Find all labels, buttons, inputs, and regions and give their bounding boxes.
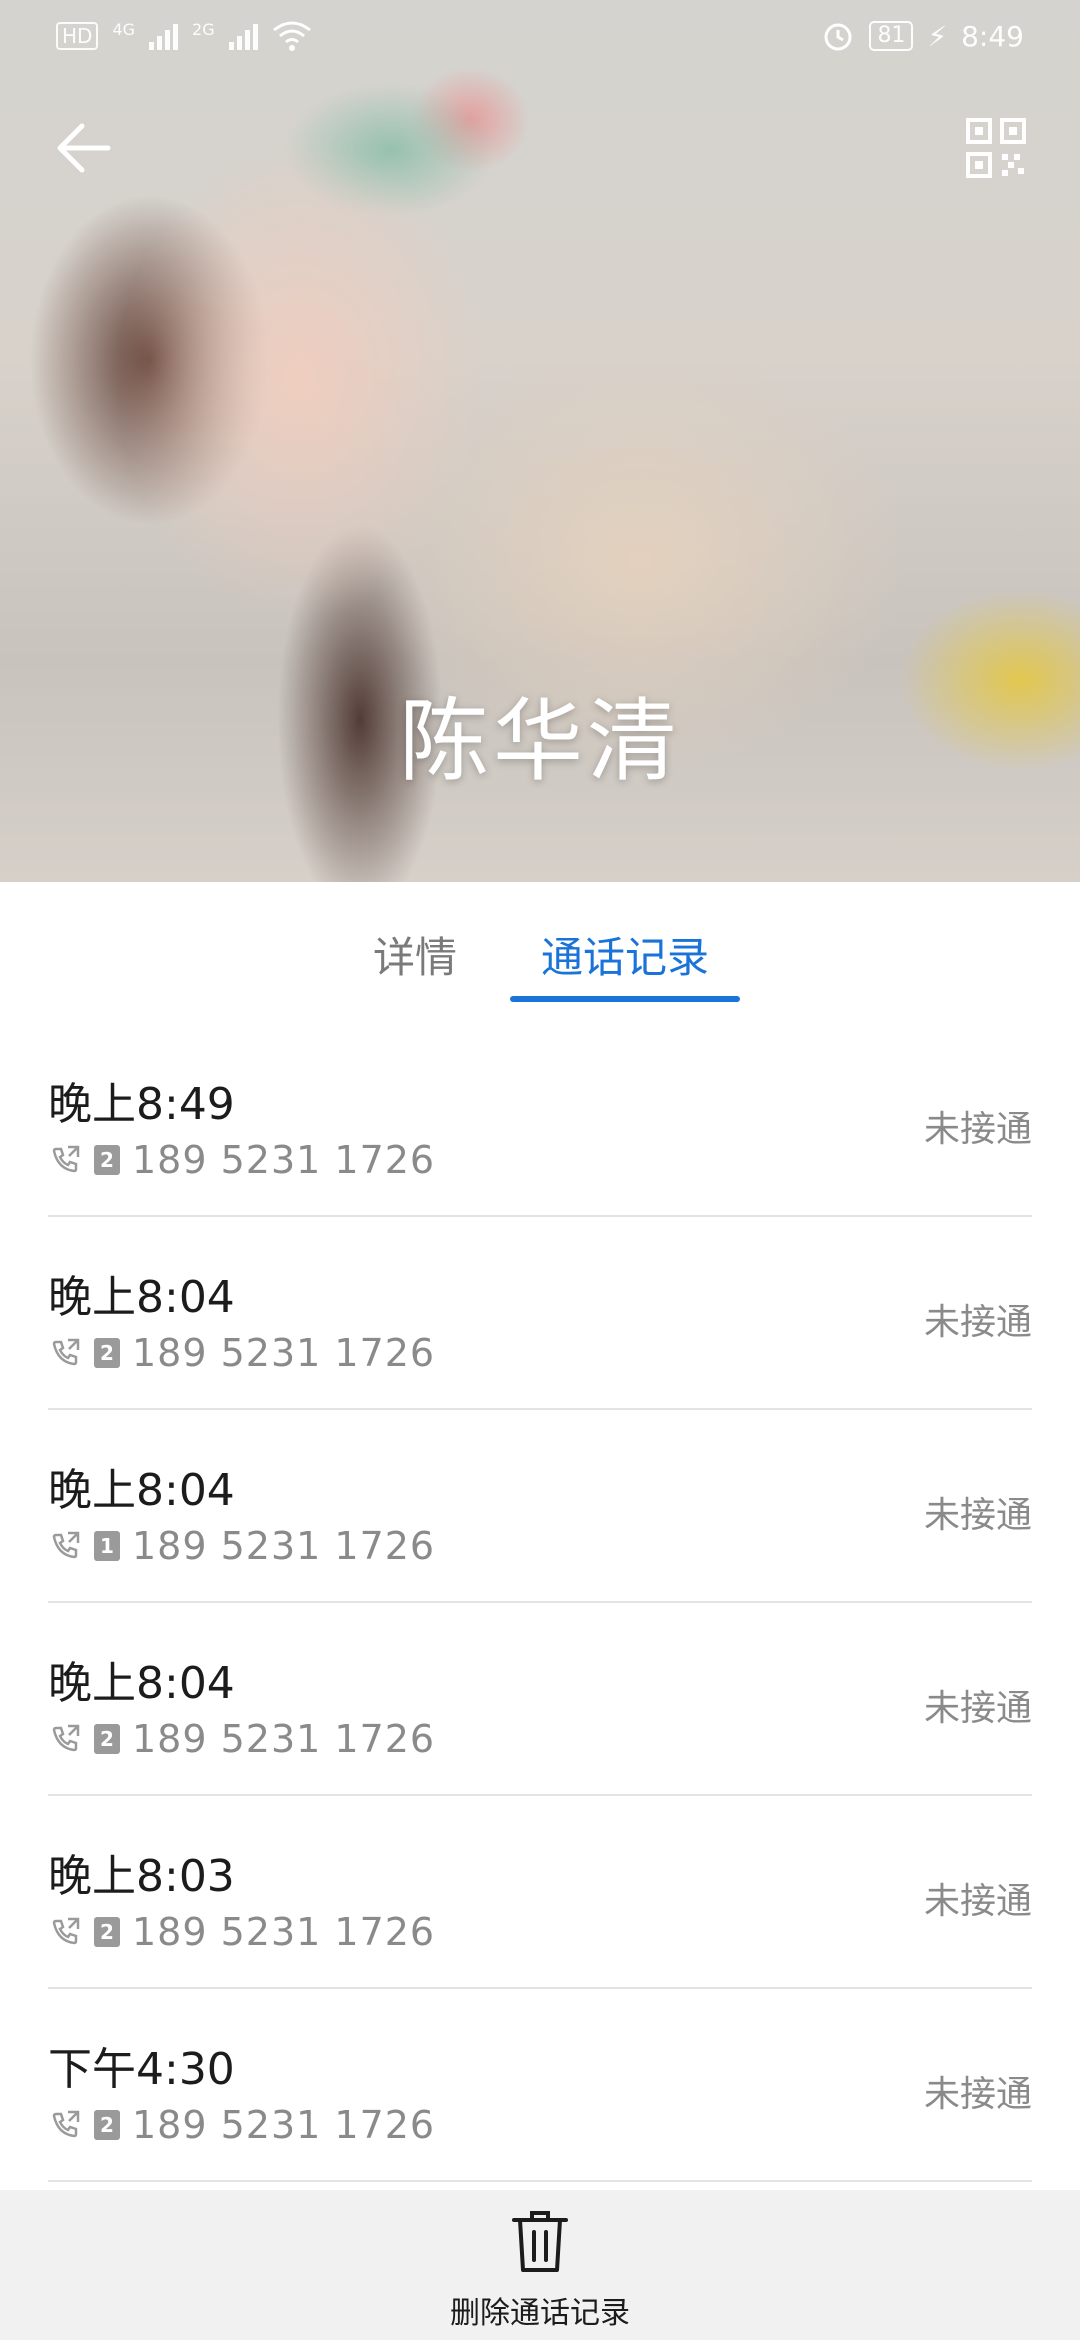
call-status: 未接通 [923,1302,1032,1343]
status-right: 81 ⚡ 8:49 [821,19,1024,53]
call-number: 189 5231 1726 [132,1524,436,1568]
active-tab-indicator [510,996,740,1002]
outgoing-call-icon [52,2110,80,2138]
sim-badge-icon: 2 [94,1338,120,1368]
call-log-row[interactable]: 晚上8:04 2 189 5231 1726 未接通 [48,1217,1032,1410]
call-log-row[interactable]: 下午4:30 2 189 5231 1726 未接通 [48,1989,1032,2182]
call-time: 晚上8:49 [48,1079,235,1130]
call-details: 2 189 5231 1726 [48,1717,435,1761]
delete-call-log-button[interactable]: 删除通话记录 [390,2208,690,2334]
network-type-1: 4G [112,20,136,39]
call-status: 未接通 [923,1109,1032,1150]
call-details: 2 189 5231 1726 [48,1331,435,1375]
call-number: 189 5231 1726 [132,1138,436,1182]
outgoing-call-icon [52,1338,80,1366]
call-details: 2 189 5231 1726 [48,2103,435,2147]
call-number: 189 5231 1726 [132,1717,436,1761]
clock-time: 8:49 [961,19,1024,53]
call-log-row[interactable]: 晚上8:04 2 189 5231 1726 未接通 [48,1603,1032,1796]
sim-badge-icon: 1 [94,1531,120,1561]
sim-badge-icon: 2 [94,1917,120,1947]
hd-badge: HD [56,22,99,50]
tab-details[interactable]: 详情 [340,924,490,985]
back-arrow-icon [57,123,111,173]
call-status: 未接通 [923,1881,1032,1922]
call-number: 189 5231 1726 [132,1910,436,1954]
outgoing-call-icon [52,1145,80,1173]
outgoing-call-icon [52,1917,80,1945]
call-details: 1 189 5231 1726 [48,1524,435,1568]
battery-level: 81 [869,21,914,51]
call-log-row[interactable]: 晚上8:04 1 189 5231 1726 未接通 [48,1410,1032,1603]
call-time: 下午4:30 [48,2044,235,2095]
tab-call-log[interactable]: 通话记录 [510,924,740,985]
call-time: 晚上8:03 [48,1851,235,1902]
qr-code-button[interactable] [960,112,1032,184]
alarm-icon [824,23,852,51]
status-bar: HD 4G 2G 81 ⚡ 8:49 [0,0,1080,72]
tab-bar: 详情 通话记录 [0,882,1080,1010]
outgoing-call-icon [52,1724,80,1752]
outgoing-call-icon [52,1531,80,1559]
call-log-list: 晚上8:49 2 189 5231 1726 未接通 晚上8:04 2 189 … [48,1024,1032,2182]
charging-icon: ⚡ [927,19,948,53]
qr-code-icon [966,118,1026,178]
sim-badge-icon: 2 [94,1724,120,1754]
call-status: 未接通 [923,2074,1032,2115]
status-left: HD 4G 2G [56,20,312,52]
sim-badge-icon: 2 [94,2110,120,2140]
wifi-icon [272,21,311,51]
call-number: 189 5231 1726 [132,1331,436,1375]
sim-badge-icon: 2 [94,1145,120,1175]
call-number: 189 5231 1726 [132,2103,436,2147]
call-details: 2 189 5231 1726 [48,1138,435,1182]
back-button[interactable] [48,112,120,184]
call-status: 未接通 [923,1495,1032,1536]
call-log-row[interactable]: 晚上8:49 2 189 5231 1726 未接通 [48,1024,1032,1217]
call-time: 晚上8:04 [48,1272,235,1323]
signal-1-icon [149,22,179,50]
delete-call-log-label: 删除通话记录 [450,2296,630,2331]
contact-photo-header: HD 4G 2G 81 ⚡ 8:49 陈华清 [0,0,1080,882]
contact-name: 陈华清 [399,689,681,794]
trash-icon [512,2211,568,2272]
call-status: 未接通 [923,1688,1032,1729]
network-type-2: 2G [192,20,215,39]
call-details: 2 189 5231 1726 [48,1910,435,1954]
call-time: 晚上8:04 [48,1465,235,1516]
call-time: 晚上8:04 [48,1658,235,1709]
signal-2-icon [228,22,258,50]
call-log-row[interactable]: 晚上8:03 2 189 5231 1726 未接通 [48,1796,1032,1989]
bottom-action-bar: 删除通话记录 [0,2190,1080,2340]
